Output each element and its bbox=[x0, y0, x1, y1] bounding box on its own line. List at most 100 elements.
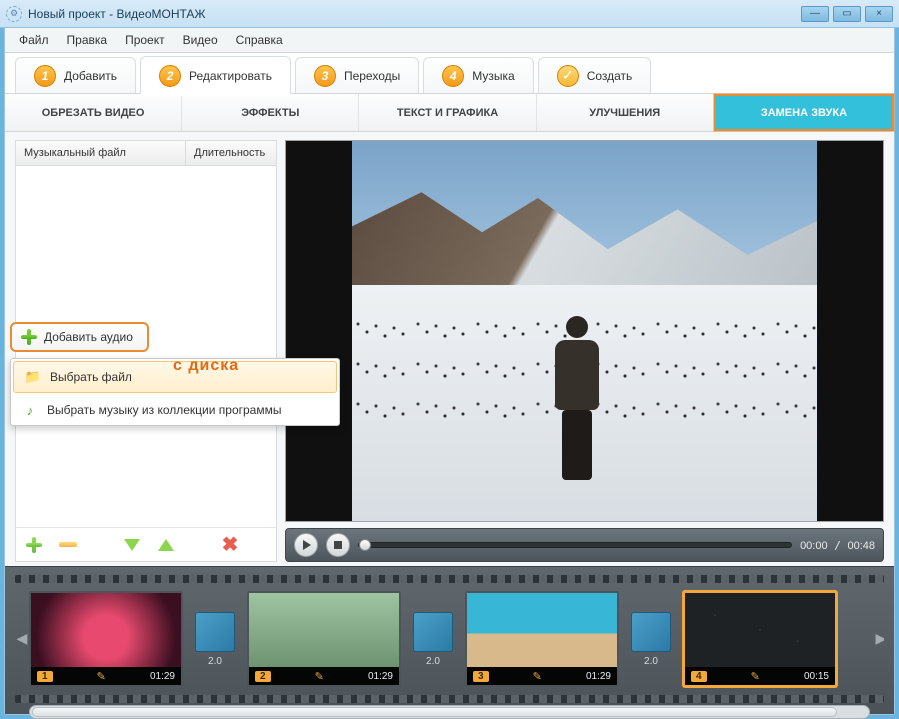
col-filename: Музыкальный файл bbox=[16, 141, 186, 165]
clip-duration: 01:29 bbox=[368, 671, 393, 682]
pencil-icon[interactable]: ✎ bbox=[97, 670, 106, 683]
x-icon: ✖ bbox=[222, 535, 239, 555]
transition-icon[interactable] bbox=[413, 612, 453, 652]
sub-tabs: ОБРЕЗАТЬ ВИДЕО ЭФФЕКТЫ ТЕКСТ И ГРАФИКА У… bbox=[5, 94, 894, 132]
clip-index: 3 bbox=[473, 671, 489, 682]
player-controls: 00:00 / 00:48 bbox=[285, 528, 884, 562]
move-down-button[interactable] bbox=[120, 533, 144, 557]
transition-slot[interactable]: 2.0 bbox=[629, 612, 673, 667]
step-transitions[interactable]: 3 Переходы bbox=[295, 57, 419, 93]
clip-index: 2 bbox=[255, 671, 271, 682]
step-number-icon: 2 bbox=[159, 65, 181, 87]
transition-slot[interactable]: 2.0 bbox=[411, 612, 455, 667]
transition-icon[interactable] bbox=[195, 612, 235, 652]
pencil-icon[interactable]: ✎ bbox=[751, 670, 760, 683]
transition-duration: 2.0 bbox=[208, 656, 222, 667]
plus-icon bbox=[20, 328, 38, 346]
step-number-icon: 4 bbox=[442, 65, 464, 87]
remove-track-button[interactable] bbox=[56, 533, 80, 557]
subtab-audio-replace[interactable]: ЗАМЕНА ЗВУКА bbox=[714, 94, 894, 131]
add-audio-popup: 📁 Выбрать файл с диска ♪ Выбрать музыку … bbox=[10, 358, 340, 426]
titlebar: ⚙ Новый проект - ВидеоМОНТАЖ — ▭ × bbox=[0, 0, 899, 28]
audio-list-header: Музыкальный файл Длительность bbox=[16, 141, 276, 166]
clip-duration: 01:29 bbox=[150, 671, 175, 682]
menu-project[interactable]: Проект bbox=[117, 30, 173, 50]
pencil-icon[interactable]: ✎ bbox=[533, 670, 542, 683]
add-audio-button[interactable]: Добавить аудио bbox=[10, 322, 149, 352]
step-number-icon: 1 bbox=[34, 65, 56, 87]
seek-knob[interactable] bbox=[359, 539, 371, 551]
transition-icon[interactable] bbox=[631, 612, 671, 652]
video-viewport[interactable] bbox=[285, 140, 884, 522]
transition-duration: 2.0 bbox=[644, 656, 658, 667]
audio-panel: Музыкальный файл Длительность Добавить а… bbox=[15, 140, 277, 562]
step-label: Музыка bbox=[472, 69, 514, 83]
subtab-effects[interactable]: ЭФФЕКТЫ bbox=[182, 94, 359, 131]
clips-row: ◄ 1 ✎ 01:29 2.0 2 ✎ 01:29 bbox=[15, 583, 884, 695]
menu-help[interactable]: Справка bbox=[228, 30, 291, 50]
time-display: 00:00 / 00:48 bbox=[800, 539, 875, 552]
arrow-up-icon bbox=[158, 539, 174, 551]
minus-icon bbox=[59, 542, 77, 547]
popup-from-library[interactable]: ♪ Выбрать музыку из коллекции программы bbox=[11, 395, 339, 425]
scrollbar-thumb[interactable] bbox=[32, 707, 837, 717]
audio-list[interactable]: Добавить аудио 📁 Выбрать файл с диска ♪ … bbox=[16, 166, 276, 527]
subtab-text[interactable]: ТЕКСТ И ГРАФИКА bbox=[359, 94, 536, 131]
timeline-scroll-right[interactable]: ► bbox=[872, 629, 884, 650]
step-edit[interactable]: 2 Редактировать bbox=[140, 56, 291, 94]
step-label: Редактировать bbox=[189, 69, 272, 83]
transition-duration: 2.0 bbox=[426, 656, 440, 667]
clip-thumbnail bbox=[467, 593, 617, 667]
transition-slot[interactable]: 2.0 bbox=[193, 612, 237, 667]
step-label: Переходы bbox=[344, 69, 400, 83]
popup-choose-file[interactable]: 📁 Выбрать файл с диска bbox=[13, 361, 337, 393]
minimize-button[interactable]: — bbox=[801, 6, 829, 22]
annotation-from-disk: с диска bbox=[173, 358, 239, 375]
plus-icon bbox=[25, 536, 43, 554]
audio-toolbar: ✖ bbox=[16, 527, 276, 561]
timeline-clip[interactable]: 1 ✎ 01:29 bbox=[29, 591, 183, 687]
step-label: Создать bbox=[587, 69, 633, 83]
window-title: Новый проект - ВидеоМОНТАЖ bbox=[28, 7, 206, 21]
delete-track-button[interactable]: ✖ bbox=[218, 533, 242, 557]
subtab-enhance[interactable]: УЛУЧШЕНИЯ bbox=[537, 94, 714, 131]
menu-edit[interactable]: Правка bbox=[59, 30, 116, 50]
menu-video[interactable]: Видео bbox=[175, 30, 226, 50]
step-tabs: 1 Добавить 2 Редактировать 3 Переходы 4 … bbox=[5, 52, 894, 94]
popup-item-label: Выбрать музыку из коллекции программы bbox=[47, 403, 281, 417]
timeline-scrollbar[interactable] bbox=[29, 705, 870, 719]
stop-button[interactable] bbox=[326, 533, 350, 557]
subtab-trim[interactable]: ОБРЕЗАТЬ ВИДЕО bbox=[5, 94, 182, 131]
col-duration: Длительность bbox=[186, 141, 276, 165]
stop-icon bbox=[334, 541, 342, 549]
clip-index: 4 bbox=[691, 671, 707, 682]
step-add[interactable]: 1 Добавить bbox=[15, 57, 136, 93]
clip-duration: 01:29 bbox=[586, 671, 611, 682]
popup-item-label: Выбрать файл bbox=[50, 370, 132, 384]
timeline-clip[interactable]: 3 ✎ 01:29 bbox=[465, 591, 619, 687]
play-button[interactable] bbox=[294, 533, 318, 557]
seek-slider[interactable] bbox=[358, 542, 792, 548]
timeline-clip[interactable]: 2 ✎ 01:29 bbox=[247, 591, 401, 687]
timeline-clip[interactable]: 4 ✎ 00:15 bbox=[683, 591, 837, 687]
clip-thumbnail bbox=[685, 593, 835, 667]
music-note-icon: ♪ bbox=[21, 401, 39, 419]
menu-file[interactable]: Файл bbox=[11, 30, 57, 50]
clip-thumbnail bbox=[31, 593, 181, 667]
arrow-down-icon bbox=[124, 539, 140, 551]
timeline: ◄ 1 ✎ 01:29 2.0 2 ✎ 01:29 bbox=[5, 566, 894, 714]
clip-thumbnail bbox=[249, 593, 399, 667]
move-up-button[interactable] bbox=[154, 533, 178, 557]
pencil-icon[interactable]: ✎ bbox=[315, 670, 324, 683]
video-frame bbox=[352, 141, 818, 521]
maximize-button[interactable]: ▭ bbox=[833, 6, 861, 22]
window-controls: — ▭ × bbox=[801, 6, 893, 22]
timeline-scroll-left[interactable]: ◄ bbox=[15, 629, 27, 650]
step-music[interactable]: 4 Музыка bbox=[423, 57, 533, 93]
menubar: Файл Правка Проект Видео Справка bbox=[5, 28, 894, 52]
add-track-button[interactable] bbox=[22, 533, 46, 557]
close-button[interactable]: × bbox=[865, 6, 893, 22]
step-create[interactable]: ✓ Создать bbox=[538, 57, 652, 93]
clip-duration: 00:15 bbox=[804, 671, 829, 682]
app-icon: ⚙ bbox=[6, 6, 22, 22]
